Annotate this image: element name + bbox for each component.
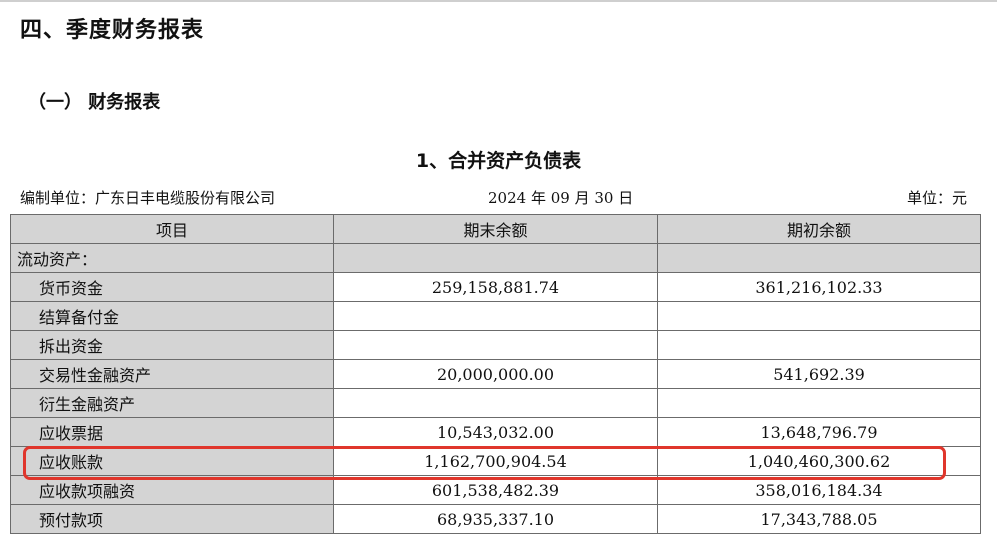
row-end-balance: 10,543,032.00: [333, 417, 658, 447]
row-item: 衍生金融资产: [10, 388, 334, 418]
row-begin-balance: 361,216,102.33: [657, 272, 981, 302]
table-row: 结算备付金: [10, 301, 981, 331]
column-header-end-balance: 期末余额: [333, 214, 658, 244]
company-label: 编制单位：广东日丰电缆股份有限公司: [20, 189, 276, 207]
row-item: 流动资产：: [10, 243, 334, 273]
table-header-row: 项目 期末余额 期初余额: [10, 214, 981, 244]
row-begin-balance: [657, 330, 981, 360]
top-divider: [0, 0, 997, 2]
highlight-box: [23, 446, 946, 480]
subsection-title: （一） 财务报表: [28, 92, 161, 113]
row-begin-balance: 17,343,788.05: [657, 504, 981, 534]
row-item: 预付款项: [10, 504, 334, 534]
table-row: 衍生金融资产: [10, 388, 981, 418]
table-row: 拆出资金: [10, 330, 981, 360]
table-row: 应收票据 10,543,032.00 13,648,796.79: [10, 417, 981, 447]
table-row: 货币资金 259,158,881.74 361,216,102.33: [10, 272, 981, 302]
table-row: 预付款项 68,935,337.10 17,343,788.05: [10, 504, 981, 534]
row-end-balance: [333, 330, 658, 360]
report-date: 2024 年 09 月 30 日: [488, 189, 634, 207]
table-row: 流动资产：: [10, 243, 981, 273]
column-header-begin-balance: 期初余额: [657, 214, 981, 244]
row-end-balance: [333, 388, 658, 418]
row-begin-balance: [657, 388, 981, 418]
row-item: 货币资金: [10, 272, 334, 302]
column-header-item: 项目: [10, 214, 334, 244]
row-item: 交易性金融资产: [10, 359, 334, 389]
row-begin-balance: [657, 301, 981, 331]
row-end-balance: 20,000,000.00: [333, 359, 658, 389]
row-end-balance: [333, 301, 658, 331]
row-item: 应收票据: [10, 417, 334, 447]
row-item: 拆出资金: [10, 330, 334, 360]
row-begin-balance: 541,692.39: [657, 359, 981, 389]
row-end-balance: [333, 243, 658, 273]
row-end-balance: 68,935,337.10: [333, 504, 658, 534]
section-title: 四、季度财务报表: [20, 18, 205, 43]
row-begin-balance: 13,648,796.79: [657, 417, 981, 447]
row-end-balance: 259,158,881.74: [333, 272, 658, 302]
row-begin-balance: [657, 243, 981, 273]
table-row: 交易性金融资产 20,000,000.00 541,692.39: [10, 359, 981, 389]
unit-label: 单位：元: [906, 189, 967, 207]
balance-sheet-table: 项目 期末余额 期初余额 流动资产： 货币资金 259,158,881.74 3…: [10, 214, 981, 534]
row-item: 结算备付金: [10, 301, 334, 331]
table-title: 1、合并资产负债表: [415, 150, 582, 172]
